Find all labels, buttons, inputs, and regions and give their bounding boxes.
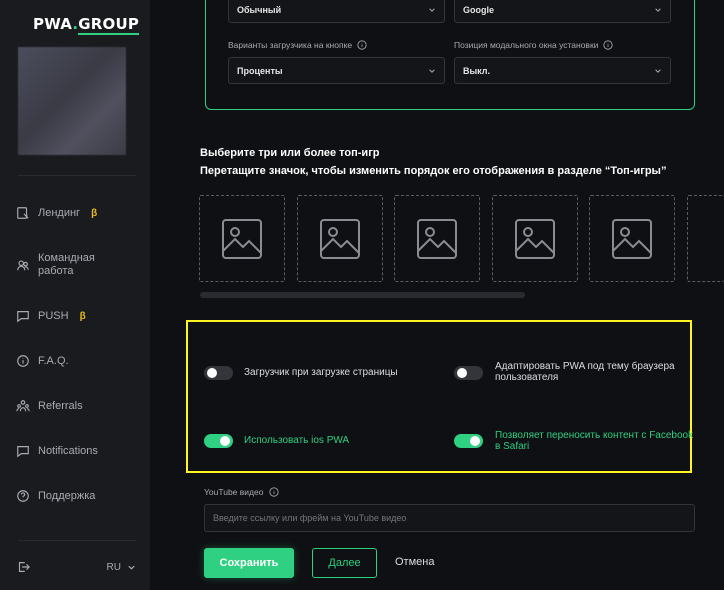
- sidebar-item-team[interactable]: Командная работа: [16, 252, 118, 278]
- sidebar-item-landing[interactable]: Лендинг β: [16, 206, 97, 220]
- next-button[interactable]: Далее: [312, 548, 377, 578]
- label-text: YouTube видео: [204, 487, 264, 497]
- logout-icon[interactable]: [16, 560, 30, 574]
- game-image-slot[interactable]: [492, 195, 578, 282]
- image-placeholder-icon: [320, 218, 360, 259]
- facebook-safari-label: Позволяет переносить контент с Facebook …: [495, 430, 694, 452]
- logo-suffix: GROUP: [78, 15, 140, 35]
- toggle-knob: [470, 436, 480, 446]
- chat-icon: [17, 311, 29, 323]
- referrals-icon: [16, 400, 30, 412]
- top-games-title: Выберите три или более топ-игр: [200, 147, 380, 159]
- chevron-down-icon: [429, 68, 435, 73]
- sidebar-item-label: F.A.Q.: [38, 355, 69, 367]
- image-placeholder-icon: [417, 218, 457, 259]
- sidebar-item-notifications[interactable]: Notifications: [16, 444, 98, 458]
- horizontal-scrollbar[interactable]: [200, 292, 525, 298]
- chevron-down-icon: [429, 7, 435, 12]
- info-icon[interactable]: [603, 40, 614, 50]
- sidebar: PWA.GROUP Лендинг β Командная работа PUSH…: [0, 0, 150, 590]
- sidebar-item-faq[interactable]: F.A.Q.: [16, 354, 69, 368]
- youtube-label: YouTube видео: [204, 487, 280, 497]
- sidebar-item-label: PUSH: [38, 310, 69, 322]
- game-image-slot[interactable]: [297, 195, 383, 282]
- notifications-icon: [17, 446, 29, 458]
- info-icon[interactable]: [357, 40, 367, 50]
- game-image-slot[interactable]: [199, 195, 285, 282]
- image-placeholder-icon: [222, 218, 262, 259]
- brand-logo[interactable]: PWA.GROUP: [33, 15, 140, 35]
- sidebar-footer: RU: [16, 560, 136, 574]
- save-button[interactable]: Сохранить: [204, 548, 294, 578]
- beta-badge: β: [91, 207, 98, 219]
- info-icon[interactable]: [269, 487, 280, 497]
- select-value: Обычный: [237, 4, 282, 15]
- label-text: Варианты загрузчика на кнопке: [228, 40, 353, 50]
- store-select[interactable]: Google: [454, 0, 671, 23]
- page-loader-toggle[interactable]: [204, 366, 233, 380]
- style-select[interactable]: Обычный: [228, 0, 445, 23]
- select-value: Выкл.: [463, 65, 491, 76]
- sidebar-item-push[interactable]: PUSH β: [16, 309, 86, 323]
- chevron-down-icon: [128, 565, 135, 570]
- support-icon: [17, 490, 29, 502]
- toggle-knob: [220, 436, 230, 446]
- page-loader-label: Загрузчик при загрузке страницы: [244, 367, 398, 378]
- ios-pwa-label: Использовать ios PWA: [244, 435, 350, 446]
- sidebar-item-label: Notifications: [38, 445, 98, 457]
- chevron-down-icon: [655, 68, 661, 73]
- language-selector[interactable]: RU: [107, 562, 136, 573]
- sidebar-divider: [18, 540, 136, 541]
- toggle-knob: [457, 368, 467, 378]
- beta-badge: β: [79, 310, 86, 322]
- image-placeholder-icon: [515, 218, 555, 259]
- sidebar-divider: [18, 175, 136, 176]
- sidebar-item-label: Referrals: [38, 400, 83, 412]
- toggle-knob: [207, 368, 217, 378]
- sidebar-item-support[interactable]: Поддержка: [16, 489, 95, 503]
- sidebar-item-referrals[interactable]: Referrals: [16, 399, 83, 413]
- game-image-slot[interactable]: [687, 195, 724, 282]
- select-value: Google: [463, 4, 494, 15]
- landing-icon: [17, 207, 29, 219]
- browser-theme-label: Адаптировать PWA под тему браузера польз…: [495, 361, 675, 383]
- select-value: Проценты: [237, 65, 283, 76]
- sidebar-item-label: Командная работа: [38, 252, 95, 277]
- ios-pwa-toggle[interactable]: [204, 434, 233, 448]
- label-text: Позиция модального окна установки: [454, 40, 599, 50]
- youtube-input[interactable]: [204, 504, 695, 532]
- chevron-down-icon: [655, 7, 661, 12]
- loader-variants-label: Варианты загрузчика на кнопке: [228, 40, 367, 50]
- cancel-button[interactable]: Отмена: [395, 556, 434, 568]
- info-icon: [17, 355, 29, 367]
- language-label: RU: [106, 561, 121, 573]
- game-image-slot[interactable]: [394, 195, 480, 282]
- browser-theme-toggle[interactable]: [454, 366, 483, 380]
- sidebar-item-label: Поддержка: [38, 490, 96, 502]
- loader-variant-select[interactable]: Проценты: [228, 57, 445, 84]
- avatar[interactable]: [18, 47, 126, 155]
- facebook-safari-toggle[interactable]: [454, 434, 483, 448]
- game-image-slot[interactable]: [589, 195, 675, 282]
- modal-position-select[interactable]: Выкл.: [454, 57, 671, 84]
- logo-main: PWA: [33, 15, 73, 33]
- sidebar-item-label: Лендинг: [38, 207, 81, 219]
- modal-position-label: Позиция модального окна установки: [454, 40, 614, 50]
- top-games-subtitle: Перетащите значок, чтобы изменить порядо…: [200, 165, 667, 177]
- team-icon: [17, 260, 29, 271]
- image-placeholder-icon: [612, 218, 652, 259]
